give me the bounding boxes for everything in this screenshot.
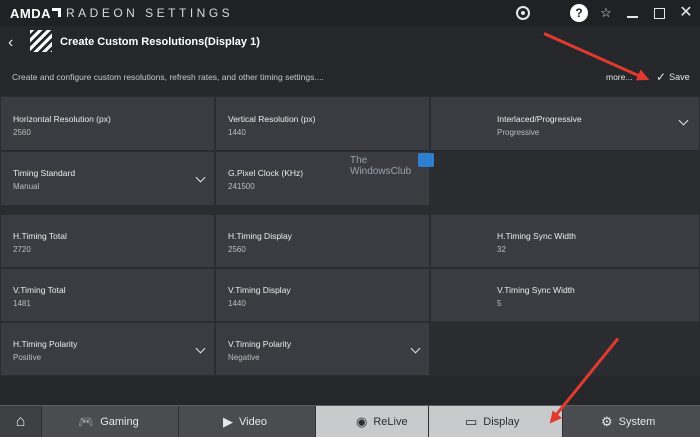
watermark-logo-icon bbox=[418, 153, 434, 167]
field-value: 241500 bbox=[228, 182, 255, 191]
chevron-down-icon bbox=[678, 115, 689, 126]
play-icon: ▶ bbox=[223, 414, 233, 429]
title-bar: AMDA RADEON SETTINGS ? ☆ ✕ bbox=[0, 0, 700, 26]
display-settings-icon bbox=[30, 30, 52, 52]
empty-cell bbox=[430, 322, 700, 376]
chevron-down-icon bbox=[195, 172, 206, 183]
nav-video[interactable]: ▶ Video bbox=[179, 406, 316, 437]
gamepad-icon: 🎮 bbox=[78, 414, 95, 429]
field-value: 1481 bbox=[13, 299, 31, 308]
field-label: Interlaced/Progressive bbox=[497, 114, 582, 124]
field-value: 2560 bbox=[228, 245, 246, 254]
field-value: 2720 bbox=[13, 245, 31, 254]
field-label: H.Timing Sync Width bbox=[497, 231, 577, 241]
back-icon[interactable]: ‹ bbox=[8, 34, 13, 52]
field-label: Vertical Resolution (px) bbox=[228, 114, 316, 124]
chevron-down-icon bbox=[195, 343, 206, 354]
bottom-navigation: ⌂ 🎮 Gaming ▶ Video ◉ ReLive ▭ Display ⚙ Syste… bbox=[0, 405, 700, 437]
field-label: V.Timing Display bbox=[228, 285, 291, 295]
page-description: Create and configure custom resolutions,… bbox=[12, 72, 324, 82]
sync-icon[interactable] bbox=[516, 6, 530, 20]
gear-icon: ⚙ bbox=[601, 414, 613, 429]
timing-standard-dropdown[interactable]: Timing Standard Manual bbox=[0, 151, 215, 206]
h-timing-display-field[interactable]: H.Timing Display 2560 bbox=[215, 214, 430, 268]
nav-gaming[interactable]: 🎮 Gaming bbox=[42, 406, 179, 437]
nav-home[interactable]: ⌂ bbox=[0, 406, 42, 437]
field-value: 32 bbox=[497, 245, 506, 254]
relive-icon: ◉ bbox=[356, 414, 368, 429]
minimize-icon[interactable] bbox=[627, 16, 638, 18]
v-timing-sync-width-field[interactable]: V.Timing Sync Width 5 bbox=[430, 268, 700, 322]
nav-system[interactable]: ⚙ System bbox=[563, 406, 700, 437]
h-timing-polarity-dropdown[interactable]: H.Timing Polarity Positive bbox=[0, 322, 215, 376]
home-icon: ⌂ bbox=[15, 413, 26, 430]
h-resolution-field[interactable]: Horizontal Resolution (px) 2560 bbox=[0, 96, 215, 151]
field-label: Horizontal Resolution (px) bbox=[13, 114, 111, 124]
v-resolution-field[interactable]: Vertical Resolution (px) 1440 bbox=[215, 96, 430, 151]
empty-cell bbox=[430, 151, 700, 206]
field-label: V.Timing Total bbox=[13, 285, 66, 295]
v-timing-display-field[interactable]: V.Timing Display 1440 bbox=[215, 268, 430, 322]
section-divider bbox=[0, 206, 700, 214]
nav-display[interactable]: ▭ Display bbox=[429, 406, 563, 437]
chevron-down-icon bbox=[410, 343, 421, 354]
field-value: 5 bbox=[497, 299, 502, 308]
field-value: 1440 bbox=[228, 299, 246, 308]
page-title: Create Custom Resolutions(Display 1) bbox=[60, 36, 260, 48]
check-icon: ✓ bbox=[656, 70, 667, 84]
field-value: 2560 bbox=[13, 128, 31, 137]
field-label: H.Timing Total bbox=[13, 231, 67, 241]
field-label: H.Timing Polarity bbox=[13, 339, 78, 349]
help-icon[interactable]: ? bbox=[570, 4, 588, 22]
field-label: H.Timing Display bbox=[228, 231, 292, 241]
v-timing-polarity-dropdown[interactable]: V.Timing Polarity Negative bbox=[215, 322, 430, 376]
annotation-arrow-save bbox=[543, 32, 647, 81]
amd-logo: AMDA bbox=[10, 6, 61, 21]
watermark-text: The WindowsClub bbox=[350, 155, 412, 177]
save-button[interactable]: ✓ Save bbox=[656, 70, 690, 84]
field-label: V.Timing Sync Width bbox=[497, 285, 575, 295]
maximize-icon[interactable] bbox=[654, 8, 665, 19]
more-link[interactable]: more... bbox=[606, 72, 632, 82]
close-icon[interactable]: ✕ bbox=[677, 4, 695, 22]
field-label: G.Pixel Clock (KHz) bbox=[228, 168, 304, 178]
interlaced-progressive-dropdown[interactable]: Interlaced/Progressive Progressive bbox=[430, 96, 700, 151]
field-value: 1440 bbox=[228, 128, 246, 137]
monitor-icon: ▭ bbox=[465, 414, 478, 429]
favorite-star-icon[interactable]: ☆ bbox=[597, 4, 615, 22]
field-value: Manual bbox=[13, 182, 40, 191]
field-label: Timing Standard bbox=[13, 168, 76, 178]
app-title: RADEON SETTINGS bbox=[66, 6, 234, 20]
h-timing-total-field[interactable]: H.Timing Total 2720 bbox=[0, 214, 215, 268]
h-timing-sync-width-field[interactable]: H.Timing Sync Width 32 bbox=[430, 214, 700, 268]
field-value: Negative bbox=[228, 353, 260, 362]
field-value: Progressive bbox=[497, 128, 540, 137]
v-timing-total-field[interactable]: V.Timing Total 1481 bbox=[0, 268, 215, 322]
nav-relive[interactable]: ◉ ReLive bbox=[316, 406, 429, 437]
field-value: Positive bbox=[13, 353, 42, 362]
field-label: V.Timing Polarity bbox=[228, 339, 292, 349]
